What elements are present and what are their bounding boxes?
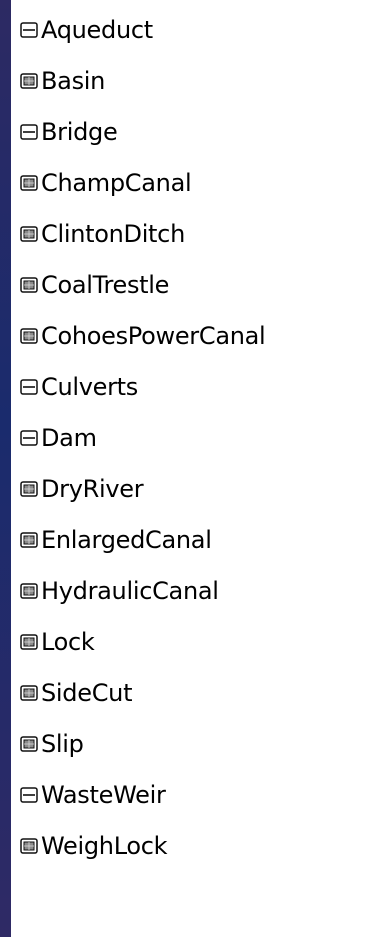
polygon-symbol-icon [19, 72, 39, 90]
polygon-symbol-icon [19, 480, 39, 498]
layer-list-item[interactable]: WasteWeir [11, 769, 375, 820]
layer-list-item[interactable]: ClintonDitch [11, 208, 375, 259]
polygon-symbol-icon [19, 531, 39, 549]
layer-list-item[interactable]: Basin [11, 55, 375, 106]
polygon-symbol-icon [19, 225, 39, 243]
polygon-symbol-icon [19, 837, 39, 855]
layer-list-item[interactable]: Aqueduct [11, 4, 375, 55]
layer-list-item[interactable]: Lock [11, 616, 375, 667]
layer-list-item[interactable]: Bridge [11, 106, 375, 157]
polygon-symbol-icon [19, 582, 39, 600]
layer-list-item-label: Basin [41, 66, 106, 95]
layer-list-item-label: CoalTrestle [41, 270, 170, 299]
window-background-edge [0, 0, 11, 937]
polygon-symbol-icon [19, 327, 39, 345]
layer-list-item[interactable]: SideCut [11, 667, 375, 718]
layer-list-item-label: Bridge [41, 117, 118, 146]
layer-list-item-label: Aqueduct [41, 15, 153, 44]
layer-list-item-label: Lock [41, 627, 95, 656]
layer-list-item[interactable]: Slip [11, 718, 375, 769]
layer-list-item[interactable]: ChampCanal [11, 157, 375, 208]
layer-list: Aqueduct Basin Bridge ChampCanal ClintonDitc… [11, 0, 375, 937]
layer-list-item-label: HydraulicCanal [41, 576, 219, 605]
polygon-symbol-icon [19, 735, 39, 753]
layer-list-item[interactable]: DryRiver [11, 463, 375, 514]
layer-list-item-label: ClintonDitch [41, 219, 185, 248]
layer-list-item[interactable]: EnlargedCanal [11, 514, 375, 565]
line-symbol-icon [19, 786, 39, 804]
layer-list-item-label: Slip [41, 729, 84, 758]
layer-list-item-label: CohoesPowerCanal [41, 321, 266, 350]
layer-list-item[interactable]: CohoesPowerCanal [11, 310, 375, 361]
layer-list-item[interactable]: Dam [11, 412, 375, 463]
layer-list-item[interactable]: CoalTrestle [11, 259, 375, 310]
layer-list-item-label: SideCut [41, 678, 133, 707]
line-symbol-icon [19, 123, 39, 141]
line-symbol-icon [19, 429, 39, 447]
layer-list-item[interactable]: WeighLock [11, 820, 375, 871]
polygon-symbol-icon [19, 174, 39, 192]
layer-list-item-label: WeighLock [41, 831, 168, 860]
layer-list-item-label: Dam [41, 423, 97, 452]
layer-list-item-label: ChampCanal [41, 168, 192, 197]
layer-list-item[interactable]: Culverts [11, 361, 375, 412]
polygon-symbol-icon [19, 684, 39, 702]
line-symbol-icon [19, 21, 39, 39]
layer-list-item-label: DryRiver [41, 474, 144, 503]
layer-list-item[interactable]: HydraulicCanal [11, 565, 375, 616]
line-symbol-icon [19, 378, 39, 396]
polygon-symbol-icon [19, 633, 39, 651]
polygon-symbol-icon [19, 276, 39, 294]
layer-list-item-label: EnlargedCanal [41, 525, 212, 554]
layer-list-item-label: WasteWeir [41, 780, 166, 809]
layer-list-item-label: Culverts [41, 372, 138, 401]
